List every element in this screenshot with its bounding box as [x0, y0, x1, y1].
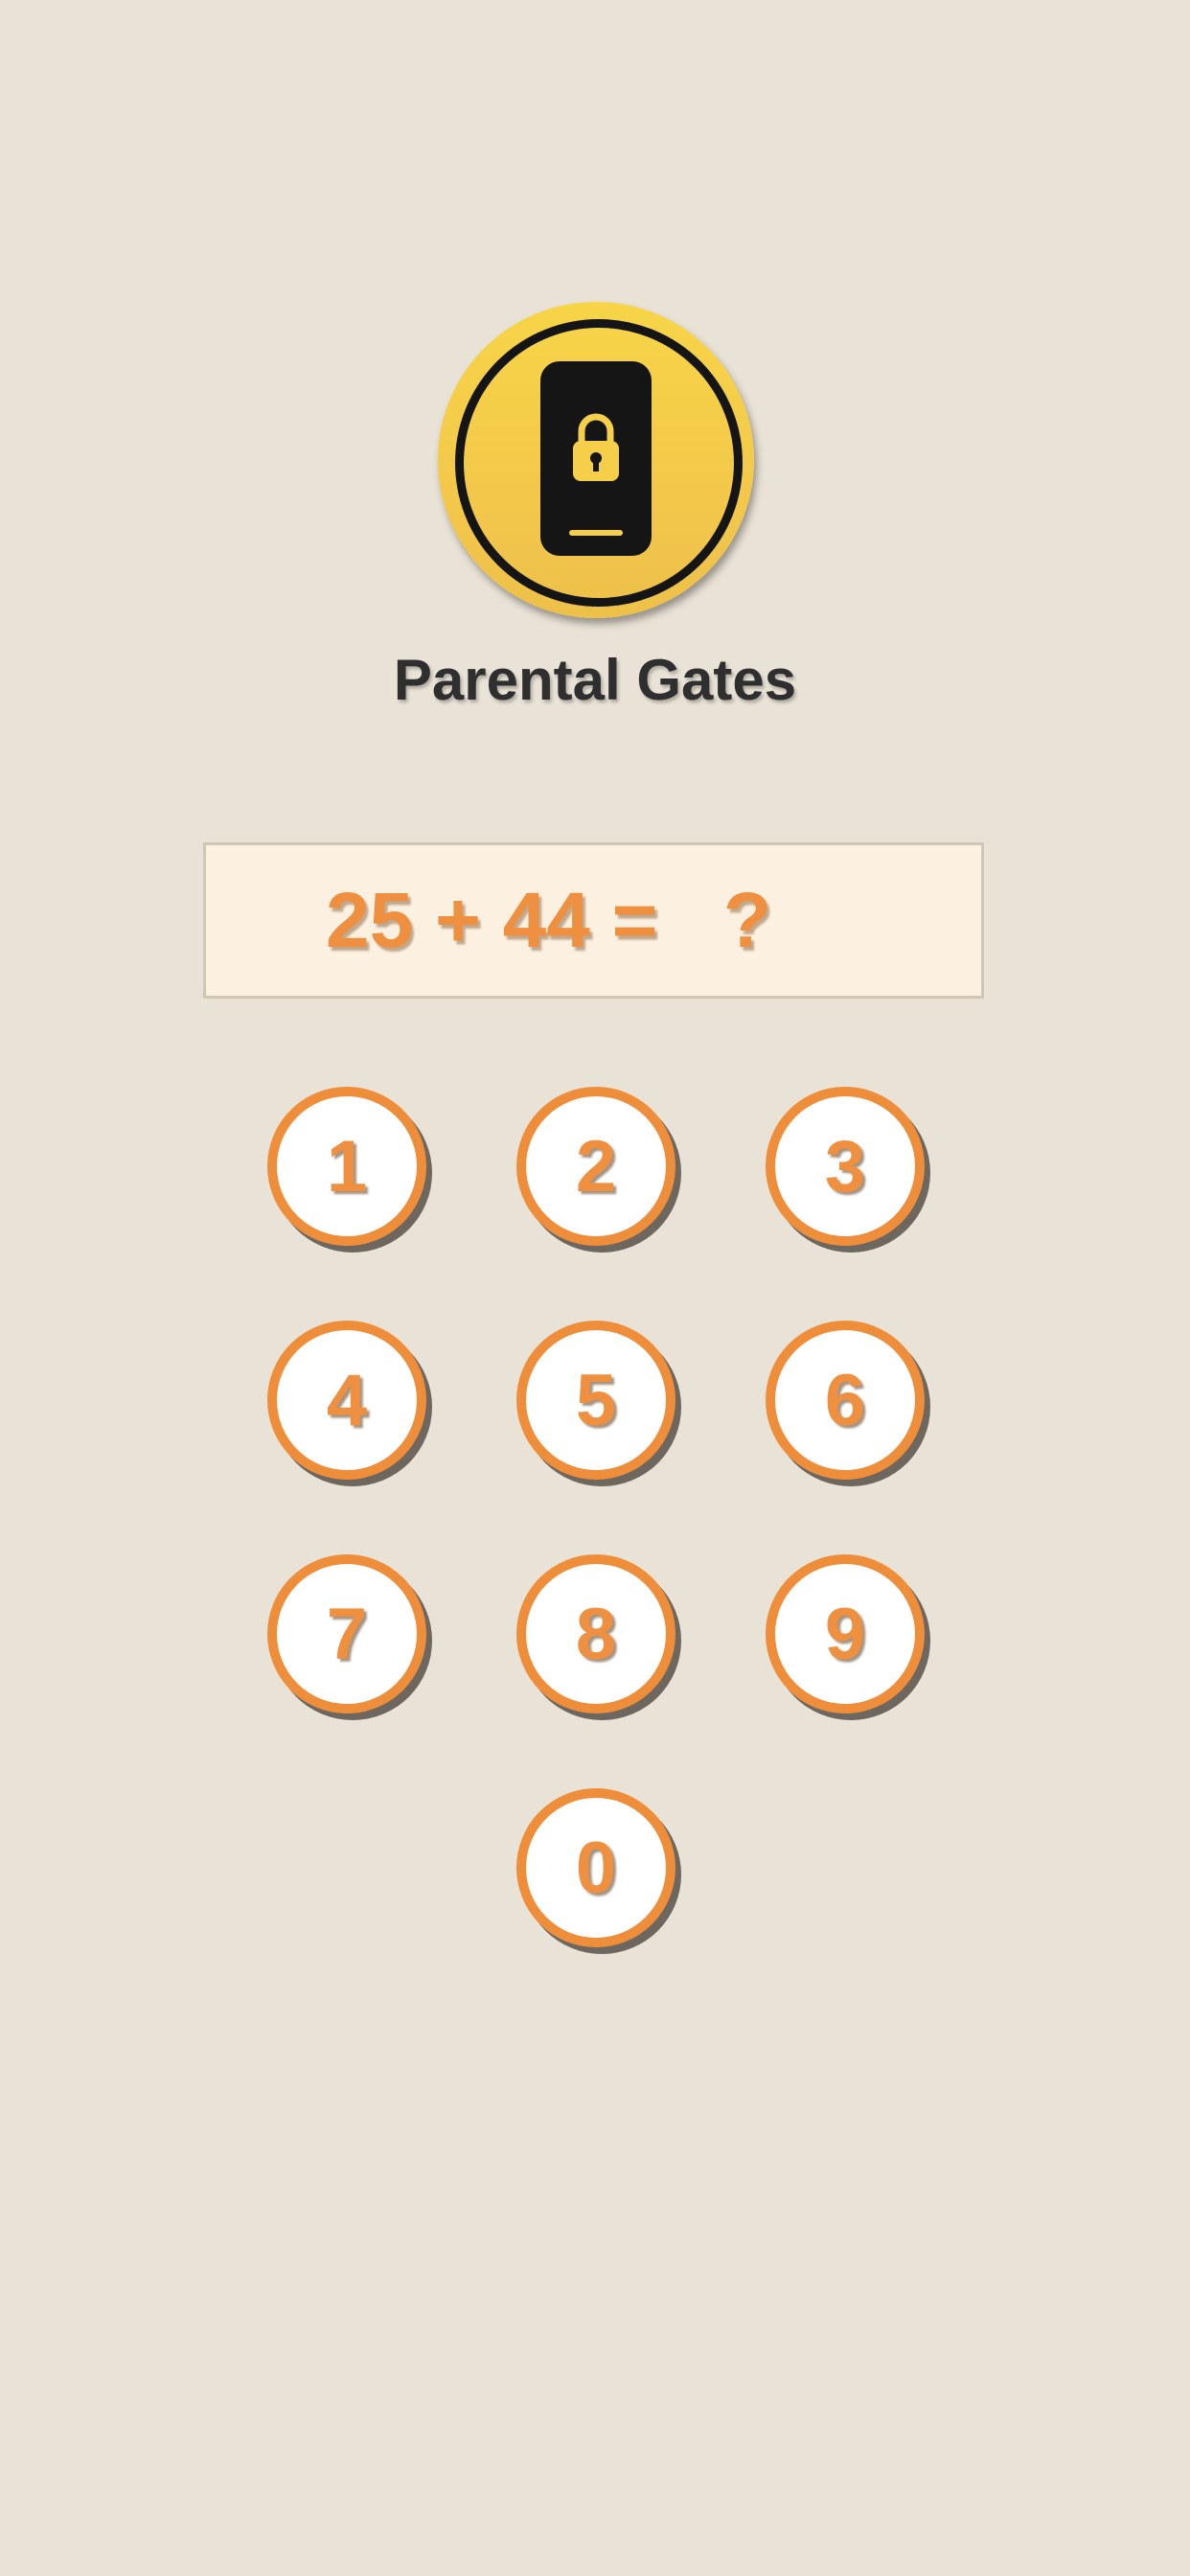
phone-lock-graphic — [540, 361, 652, 556]
keypad-key-4[interactable]: 4 — [267, 1321, 426, 1480]
keypad-key-9[interactable]: 9 — [766, 1554, 925, 1714]
keypad-key-3[interactable]: 3 — [766, 1087, 925, 1246]
math-question: 25 + 44 = ? — [326, 877, 771, 964]
keypad-key-5[interactable]: 5 — [516, 1321, 675, 1480]
keypad-key-2[interactable]: 2 — [516, 1087, 675, 1246]
math-question-box: 25 + 44 = ? — [203, 842, 984, 999]
phone-lock-icon — [438, 302, 754, 618]
keypad-key-1[interactable]: 1 — [267, 1087, 426, 1246]
keypad-key-0[interactable]: 0 — [516, 1788, 675, 1947]
keypad-key-8[interactable]: 8 — [516, 1554, 675, 1714]
page-title: Parental Gates — [393, 648, 797, 712]
keypad-key-6[interactable]: 6 — [766, 1321, 925, 1480]
keypad-key-7[interactable]: 7 — [267, 1554, 426, 1714]
